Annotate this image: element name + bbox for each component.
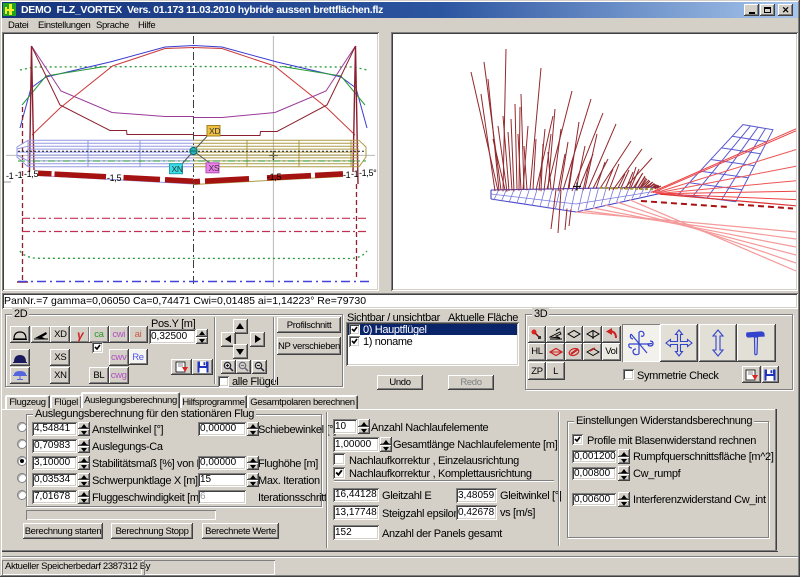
svg-text:-1: -1: [351, 169, 359, 179]
svg-text:-1,5: -1,5: [107, 173, 121, 183]
svg-text:XD: XD: [209, 126, 220, 136]
svg-text:XS: XS: [209, 163, 220, 173]
svg-text:-1: -1: [343, 170, 351, 180]
svg-text:-1,5: -1,5: [267, 172, 281, 182]
svg-text:-1: -1: [6, 171, 14, 181]
svg-text:-1,5°: -1,5°: [359, 168, 377, 178]
svg-text:XN: XN: [172, 164, 183, 174]
svg-text:-1,5: -1,5: [24, 169, 38, 179]
svg-text:-1: -1: [15, 170, 23, 180]
